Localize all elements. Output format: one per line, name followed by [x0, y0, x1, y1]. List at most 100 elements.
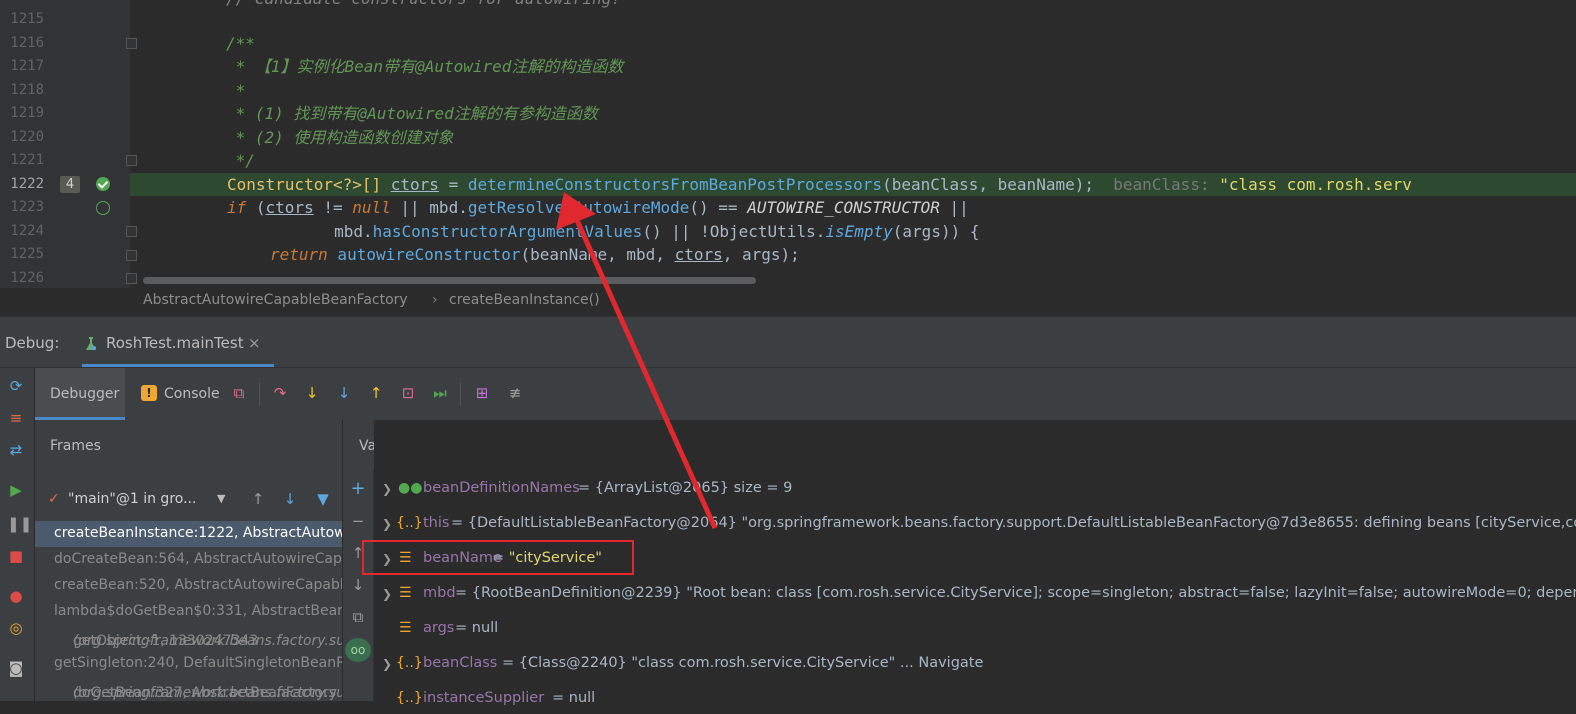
fold-marker-icon[interactable]	[126, 226, 137, 237]
line-number: 1224	[10, 223, 44, 239]
console-warning-icon: !	[141, 385, 157, 401]
breadcrumb: AbstractAutowireCapableBeanFactory › cre…	[0, 288, 1576, 317]
code-token-keyword: if	[227, 198, 247, 217]
pause-program-icon[interactable]: ❚❚	[7, 515, 32, 533]
code-token-method: hasConstructorArgumentValues	[372, 222, 643, 241]
breadcrumb-method[interactable]: createBeanInstance()	[449, 292, 600, 308]
clear-breakpoints-icon[interactable]: ≡	[7, 409, 25, 427]
inline-debug-hint-label: beanClass:	[1093, 175, 1220, 194]
variable-name: args	[423, 620, 455, 636]
code-line-1222[interactable]: Constructor<?>[] ctors = determineConstr…	[227, 173, 1412, 197]
tab-console[interactable]: Console	[164, 386, 220, 402]
step-over-icon[interactable]: ↷	[271, 384, 289, 402]
code-line-1223[interactable]: if (ctors != null || mbd.getResolvedAuto…	[227, 196, 969, 220]
show-watches-icon[interactable]: oo	[345, 638, 371, 662]
variables-side-toolbar: + − ↑ ↓ ⧉ oo	[343, 470, 374, 701]
camera-icon[interactable]: ◙	[7, 659, 25, 677]
force-step-into-icon[interactable]: ↓	[335, 384, 353, 402]
run-to-cursor-icon[interactable]: ⏭	[431, 384, 449, 402]
code-comment-line: * (2) 使用构造函数创建对象	[226, 128, 454, 147]
code-line-1224[interactable]: mbd.hasConstructorArgumentValues() || !O…	[257, 220, 979, 244]
frame-label: createBean:520, AbstractAutowireCapableB…	[54, 577, 342, 593]
debug-session-title: RoshTest.mainTest	[106, 334, 244, 352]
drop-frame-icon[interactable]: ⊡	[399, 384, 417, 402]
view-breakpoints-icon[interactable]: ●	[7, 587, 25, 605]
frame-item[interactable]: doCreateBean:564, AbstractAutowireCapabl…	[35, 547, 342, 573]
frames-title: Frames	[50, 438, 101, 454]
debug-session-tab[interactable]: RoshTest.mainTest ×	[82, 325, 274, 367]
line-number: 1220	[10, 129, 44, 145]
code-token-method: getResolvedAutowireMode	[467, 198, 690, 217]
variable-value: = {ArrayList@2065} size = 9	[578, 480, 792, 496]
code-editor[interactable]: 1215 1216 1217 1218 1219 1220 1221 1222 …	[0, 0, 1576, 288]
arrow-down-icon[interactable]: ↓	[281, 490, 299, 508]
trace-icon[interactable]: ≢	[506, 384, 524, 402]
arrow-up-icon[interactable]: ↑	[249, 490, 267, 508]
line-number: 1216	[10, 35, 44, 51]
remove-watch-icon[interactable]: −	[349, 512, 367, 530]
debugger-toolbar: Debugger ! Console ⧉ ↷ ↓ ↓ ↑ ⊡ ⏭ ⊞ ≢	[35, 368, 1576, 420]
frame-item[interactable]: createBean:520, AbstractAutowireCapableB…	[35, 573, 342, 599]
copy-icon[interactable]: ⧉	[349, 608, 367, 626]
chevron-right-icon[interactable]: ❯	[382, 657, 392, 671]
layout-icon[interactable]: ⧉	[230, 384, 248, 402]
tab-debugger-label: Debugger	[50, 386, 120, 402]
variable-value: = {RootBeanDefinition@2239} "Root bean: …	[455, 585, 1576, 601]
mute-breakpoints-icon[interactable]: ◎	[7, 619, 25, 637]
line-number: 1226	[10, 270, 44, 286]
variable-name: beanDefinitionNames	[423, 480, 580, 496]
frame-item[interactable]: getSingleton:240, DefaultSingletonBeanRe…	[35, 651, 342, 677]
frame-label: lambda$doGetBean$0:331, AbstractBeanFact…	[54, 603, 342, 619]
code-token-keyword: null	[352, 198, 391, 217]
highlight-box-annotation	[362, 540, 634, 575]
thread-selector[interactable]: ✓ "main"@1 in gro... ▼ ↑ ↓ ▼	[35, 484, 342, 514]
variable-value: = null	[552, 690, 595, 706]
restore-layout-icon[interactable]: ⇄	[7, 441, 25, 459]
frame-item[interactable]: getObject:-1, 1330247343 (org.springfram…	[35, 625, 342, 651]
close-icon[interactable]: ×	[248, 334, 261, 352]
frame-item[interactable]: createBeanInstance:1222, AbstractAutowir…	[35, 521, 342, 547]
step-into-icon[interactable]: ↓	[303, 384, 321, 402]
fold-marker-icon[interactable]	[126, 38, 137, 49]
rerun-icon[interactable]: ⟳	[7, 377, 25, 395]
code-comment-line: // Candidate constructors for autowiring…	[226, 0, 621, 11]
frame-item[interactable]: doGetBean:327, AbstractBeanFactory (org.…	[35, 677, 342, 703]
tab-debugger[interactable]: Debugger	[35, 368, 125, 420]
breadcrumb-class[interactable]: AbstractAutowireCapableBeanFactory	[143, 292, 408, 308]
resume-program-icon[interactable]: ▶	[7, 481, 25, 499]
variable-eq: =	[451, 515, 468, 531]
filter-icon[interactable]: ▼	[314, 490, 332, 508]
code-comment-line: * (1) 找到带有@Autowired注解的有参构造函数	[226, 104, 598, 123]
code-comment-line: *	[226, 81, 246, 100]
chevron-down-icon[interactable]: ▼	[217, 492, 225, 505]
code-line-1225[interactable]: return autowireConstructor(beanName, mbd…	[270, 243, 800, 267]
code-token: , args);	[722, 245, 800, 264]
variable-value: = null	[455, 620, 498, 636]
line-number-current: 1222	[10, 176, 44, 192]
fold-marker-icon[interactable]	[126, 250, 137, 261]
code-token-var: ctors	[265, 198, 314, 217]
stop-icon[interactable]: ■	[7, 547, 25, 565]
frame-item[interactable]: lambda$doGetBean$0:331, AbstractBeanFact…	[35, 599, 342, 625]
breakpoint-disabled-icon[interactable]	[96, 201, 110, 215]
code-token: !=	[313, 198, 353, 217]
evaluate-expression-icon[interactable]: ⊞	[473, 384, 491, 402]
chevron-right-icon[interactable]: ❯	[382, 517, 392, 531]
object-icon: {..}	[396, 690, 423, 706]
breakpoint-active-icon[interactable]	[96, 177, 110, 191]
variable-name: mbd	[423, 585, 456, 601]
code-token-method: autowireConstructor	[327, 245, 521, 264]
move-down-icon[interactable]: ↓	[349, 576, 367, 594]
editor-horizontal-scrollbar[interactable]	[143, 277, 756, 284]
step-out-icon[interactable]: ↑	[367, 384, 385, 402]
fold-marker-icon[interactable]	[126, 273, 137, 284]
add-watch-icon[interactable]: +	[349, 480, 367, 498]
chevron-right-icon[interactable]: ❯	[382, 482, 392, 496]
chevron-right-icon[interactable]: ❯	[382, 587, 392, 601]
variable-name: instanceSupplier	[423, 690, 545, 706]
fold-marker-icon[interactable]	[126, 155, 137, 166]
check-icon: ✓	[48, 491, 60, 507]
code-token: mbd.	[257, 222, 373, 241]
variable-eq: =	[455, 620, 472, 636]
debug-left-toolbar: ⟳ ≡ ⇄ ▶ ❚❚ ■ ● ◎ ◙	[0, 368, 35, 701]
